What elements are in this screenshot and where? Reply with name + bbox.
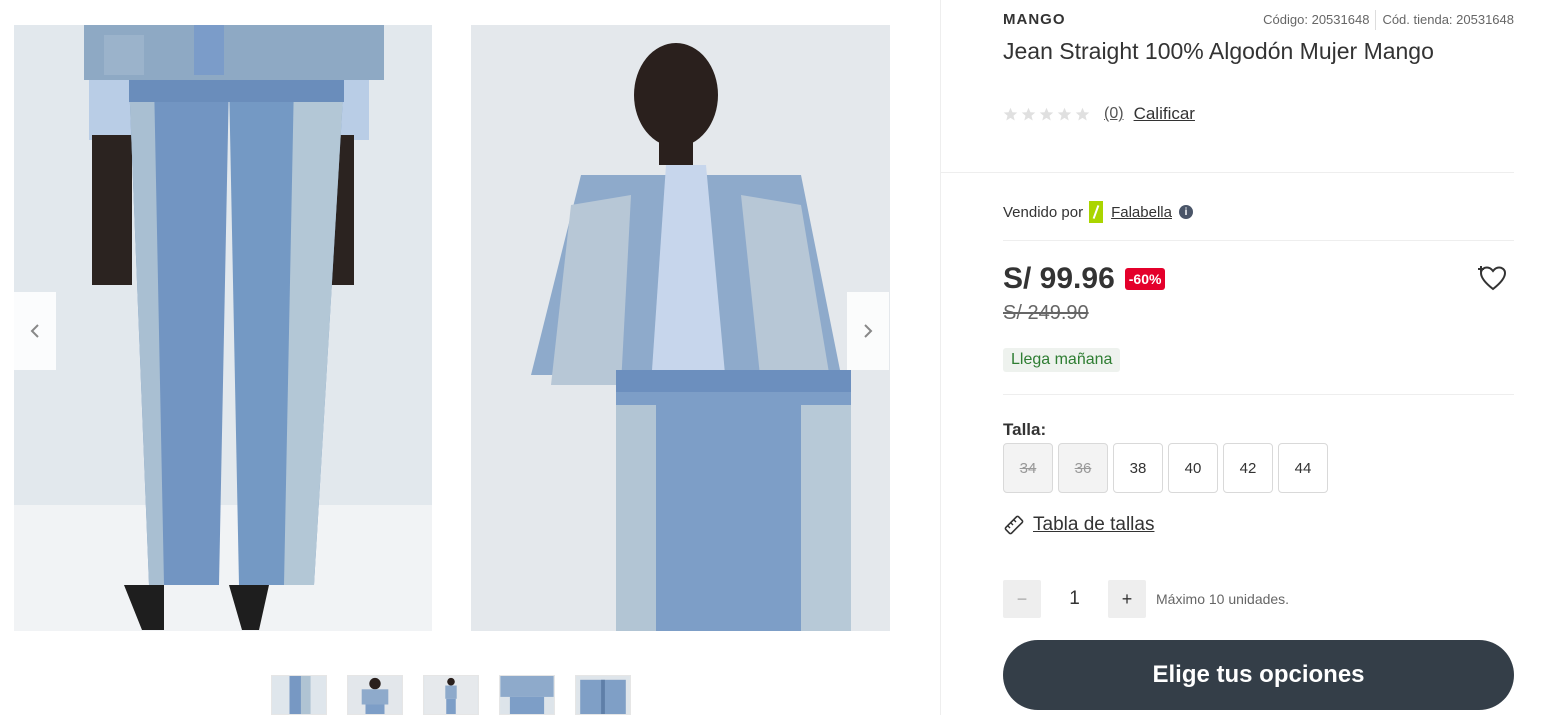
product-image-1[interactable]	[14, 25, 432, 631]
code-separator	[1375, 10, 1377, 30]
rating-stars	[1003, 107, 1090, 122]
product-title: Jean Straight 100% Algodón Mujer Mango	[1003, 38, 1434, 64]
heart-plus-icon[interactable]	[1478, 264, 1508, 292]
product-code: Código: 20531648	[1263, 12, 1370, 27]
brand-name[interactable]: MANGO	[1003, 11, 1066, 28]
current-price: S/ 99.96	[1003, 262, 1115, 295]
thumbnail-1[interactable]	[271, 675, 327, 715]
quantity-increase-button[interactable]: +	[1108, 580, 1146, 618]
panel-divider	[940, 0, 941, 715]
seller-row: Vendido por Falabella i	[1003, 201, 1193, 223]
section-divider	[940, 172, 1514, 173]
rating-count[interactable]: (0)	[1104, 105, 1124, 123]
thumbnail-3[interactable]	[423, 675, 479, 715]
size-option-36[interactable]: 36	[1058, 443, 1108, 493]
gallery-next-button[interactable]	[847, 292, 889, 370]
thumbnail-strip	[271, 675, 631, 715]
gallery-prev-button[interactable]	[14, 292, 56, 370]
quantity-value: 1	[1069, 588, 1080, 609]
info-icon[interactable]: i	[1178, 205, 1193, 219]
rating-row: (0) Calificar	[1003, 104, 1195, 124]
delivery-badge: Llega mañana	[1003, 348, 1121, 372]
size-option-38[interactable]: 38	[1113, 443, 1163, 493]
star-icon	[1057, 107, 1072, 120]
price-row: S/ 99.96 -60%	[1003, 262, 1166, 296]
product-info-panel: MANGO Código: 20531648 Cód. tienda: 2053…	[940, 0, 1514, 715]
falabella-logo-icon	[1089, 201, 1104, 223]
size-guide-link[interactable]: Tabla de tallas	[1003, 514, 1154, 536]
size-options: 34 36 38 40 42 44	[1003, 443, 1328, 493]
size-option-40[interactable]: 40	[1168, 443, 1218, 493]
size-option-44[interactable]: 44	[1278, 443, 1328, 493]
seller-name[interactable]: Falabella	[1111, 204, 1172, 221]
product-image-2[interactable]	[471, 25, 890, 631]
star-icon	[1003, 107, 1018, 120]
original-price: S/ 249.90	[1003, 302, 1089, 324]
discount-badge: -60%	[1124, 268, 1166, 290]
section-divider	[1003, 394, 1514, 395]
chevron-right-icon	[864, 324, 873, 338]
product-codes: Código: 20531648 Cód. tienda: 20531648	[1263, 10, 1514, 30]
product-gallery	[0, 0, 940, 715]
size-label: Talla:	[1003, 420, 1047, 439]
section-divider	[1003, 240, 1514, 241]
quantity-stepper: − 1 + Máximo 10 unidades.	[1003, 580, 1289, 618]
ruler-icon	[1004, 515, 1024, 535]
star-icon	[1039, 107, 1054, 120]
star-icon	[1075, 107, 1090, 120]
thumbnail-4[interactable]	[499, 675, 555, 715]
thumbnail-5[interactable]	[575, 675, 631, 715]
quantity-decrease-button[interactable]: −	[1003, 580, 1041, 618]
size-guide-label: Tabla de tallas	[1033, 514, 1155, 535]
size-option-42[interactable]: 42	[1223, 443, 1273, 493]
size-option-34[interactable]: 34	[1003, 443, 1053, 493]
seller-label: Vendido por	[1003, 203, 1084, 221]
rate-link[interactable]: Calificar	[1134, 104, 1195, 124]
quantity-max-label: Máximo 10 unidades.	[1156, 591, 1290, 607]
chevron-left-icon	[30, 324, 39, 338]
star-icon	[1021, 107, 1036, 120]
thumbnail-2[interactable]	[347, 675, 403, 715]
choose-options-button[interactable]: Elige tus opciones	[1003, 640, 1514, 710]
store-code: Cód. tienda: 20531648	[1382, 12, 1514, 27]
